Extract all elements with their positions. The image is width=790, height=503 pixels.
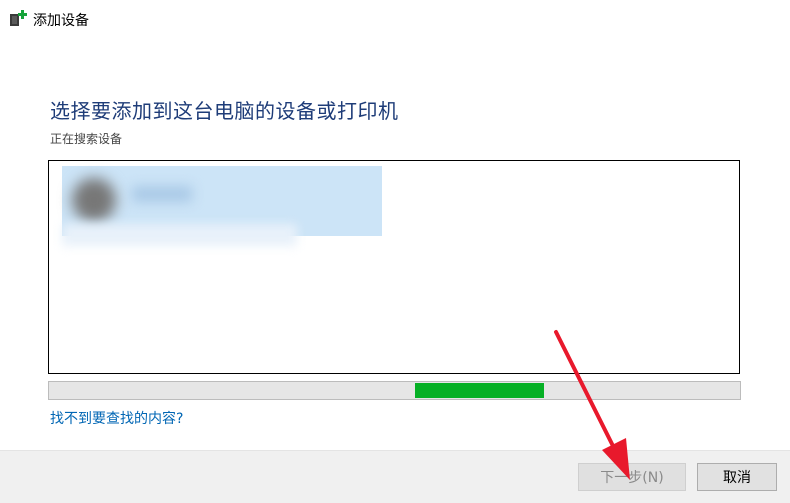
progress-indicator [415,383,545,398]
device-list-item[interactable] [62,166,382,246]
device-name-blurred [132,186,192,202]
window-title: 添加设备 [33,13,89,29]
title-bar: 添加设备 [0,0,790,38]
help-link[interactable]: 找不到要查找的内容? [50,408,183,428]
cancel-button[interactable]: 取消 [697,463,777,491]
annotation-arrow [554,330,630,480]
page-heading: 选择要添加到这台电脑的设备或打印机 [50,99,399,123]
search-status: 正在搜索设备 [50,132,123,146]
footer-bar: 下一步(N) 取消 [0,450,790,503]
device-icon [72,178,116,222]
add-device-icon [9,9,27,27]
device-detail-blurred [62,224,297,246]
